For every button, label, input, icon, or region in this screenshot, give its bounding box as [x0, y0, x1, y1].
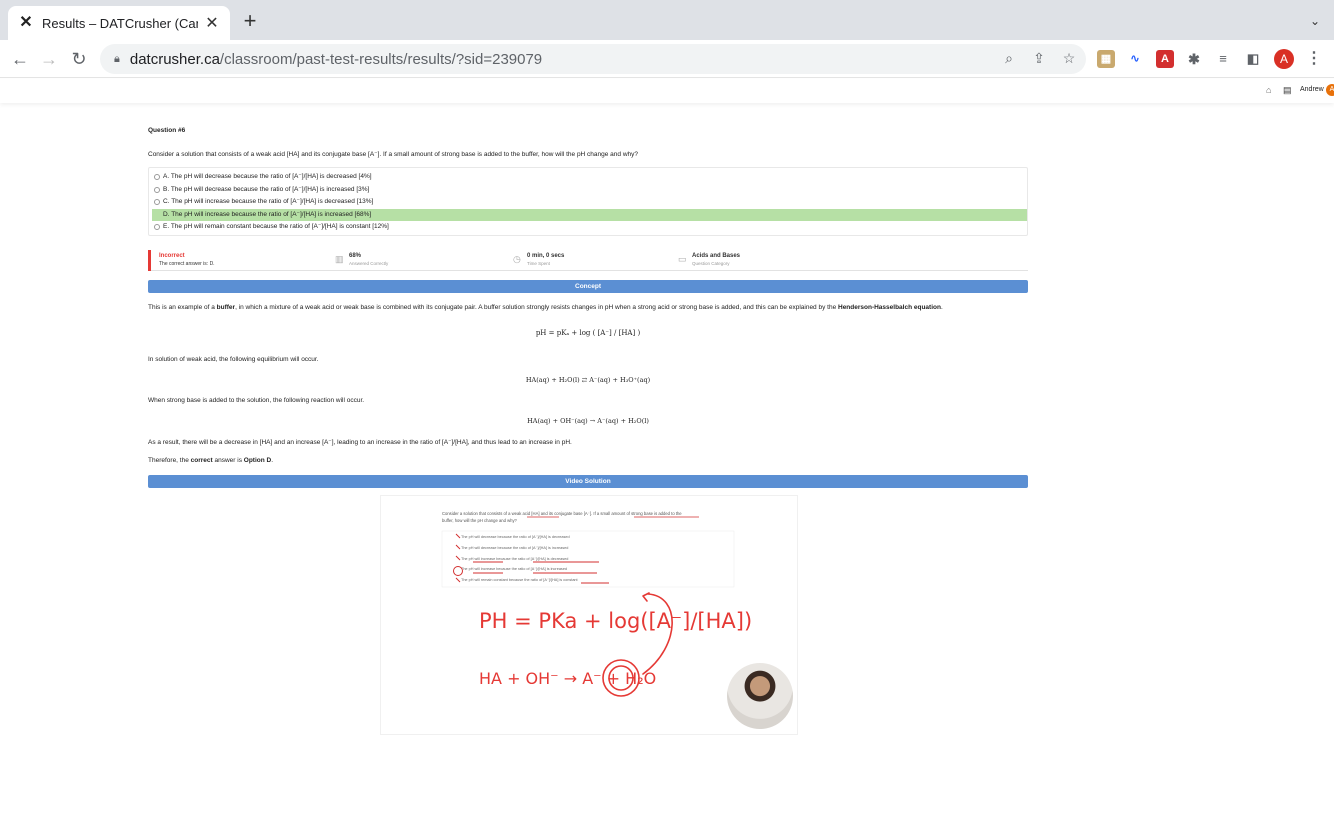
time-value: 0 min, 0 secs — [527, 253, 565, 259]
intro-text-3: . — [940, 304, 943, 311]
conclusion-bold-2: Option D — [243, 457, 272, 464]
side-panel-icon[interactable]: ◧ — [1244, 50, 1262, 68]
video-choice-c: The pH will increase because the ratio o… — [461, 557, 568, 561]
home-icon[interactable]: ⌂ — [1266, 85, 1271, 95]
tab-search-chevron-icon[interactable]: ⌄ — [1310, 14, 1320, 28]
video-handwritten-hh: PH = PKa + log([A⁻]/[HA]) — [479, 609, 752, 633]
clock-icon: ◷ — [513, 254, 521, 264]
tab-title: Results – DATCrusher (Canadia — [42, 15, 198, 31]
choice-a[interactable]: A. The pH will decrease because the rati… — [152, 171, 1027, 183]
radio-icon — [154, 186, 160, 193]
new-tab-button[interactable]: + — [240, 10, 260, 32]
choice-c[interactable]: C. The pH will increase because the rati… — [152, 196, 1027, 208]
question-text: Consider a solution that consists of a w… — [148, 151, 639, 158]
henderson-hasselbalch-equation: pH = pKₐ + log ( [A⁻] / [HA] ) — [535, 329, 641, 337]
correct-answer-label: The correct answer is: D. — [159, 261, 215, 267]
pdf-extension-icon[interactable]: A — [1156, 50, 1174, 68]
video-question-line-2: buffer, how will the pH change and why? — [442, 518, 518, 523]
datcrusher-favicon-icon: ✕ — [19, 14, 33, 31]
radio-icon — [154, 224, 160, 230]
conclusion-text-3: . — [271, 457, 274, 464]
choice-label: A. The pH will decrease because the rati… — [163, 173, 372, 180]
choice-b[interactable]: B. The pH will decrease because the rati… — [152, 184, 1027, 196]
category-stat: ▭ Acids and Bases Question Category — [678, 253, 741, 266]
back-button[interactable]: ← — [9, 48, 31, 70]
result-stat: Incorrect The correct answer is: D. — [159, 253, 215, 267]
zoom-icon[interactable]: ⌕ — [1000, 49, 1018, 67]
radio-icon — [154, 174, 160, 180]
category-value: Acids and Bases — [692, 253, 741, 259]
user-name[interactable]: Andrew — [1300, 86, 1324, 93]
video-choice-a: The pH will decrease because the ratio o… — [461, 535, 570, 539]
video-handwritten-reaction: HA + OH⁻ → A⁻ + H₂O — [479, 669, 656, 688]
browser-menu-icon[interactable]: ⋮ — [1306, 48, 1322, 68]
bar-chart-icon: ▥ — [335, 254, 344, 264]
category-label: Question Category — [692, 261, 730, 266]
video-solution-player[interactable]: Consider a solution that consists of a w… — [380, 495, 798, 735]
choice-e[interactable]: E. The pH will remain constant because t… — [152, 221, 1027, 233]
share-icon[interactable]: ⇪ — [1030, 49, 1048, 67]
active-tab[interactable]: ✕ Results – DATCrusher (Canadia ✕ — [8, 6, 230, 40]
calendar-icon: ▭ — [678, 254, 687, 264]
reload-button[interactable]: ↻ — [68, 48, 90, 70]
site-header: ⌂ ▤ Andrew A — [0, 79, 1334, 103]
concept-header[interactable]: Concept — [148, 280, 1028, 293]
url-domain: datcrusher.ca — [129, 50, 220, 68]
video-solution-header[interactable]: Video Solution — [148, 475, 1028, 488]
calculator-extension-icon[interactable]: ▦ — [1097, 50, 1115, 68]
result-label: Incorrect — [159, 253, 185, 259]
document-icon[interactable]: ▤ — [1283, 85, 1292, 96]
url-path: /classroom/past-test-results/results/?si… — [219, 50, 543, 68]
choice-label: D. The pH will increase because the rati… — [163, 210, 372, 218]
percent-value: 68% — [349, 253, 362, 259]
bookmark-star-icon[interactable]: ☆ — [1060, 49, 1078, 67]
intro-text-1: This is an example of a — [148, 304, 217, 311]
address-bar[interactable]: 🔒︎ datcrusher.ca /classroom/past-test-re… — [100, 44, 1086, 74]
video-choice-e: The pH will remain constant because the … — [461, 578, 579, 582]
equilibrium-equation: HA(aq) + H₂O(l) ⇄ A⁻(aq) + H₃O⁺(aq) — [525, 376, 651, 384]
reaction-paragraph: When strong base is added to the solutio… — [148, 397, 365, 404]
conclusion-paragraph: Therefore, the correct answer is Option … — [148, 457, 273, 465]
time-label: Time Spent — [527, 261, 550, 266]
forward-button[interactable]: → — [38, 48, 60, 70]
profile-avatar[interactable]: A — [1274, 49, 1294, 69]
answer-choices: A. The pH will decrease because the rati… — [148, 167, 1028, 236]
radio-icon — [154, 212, 160, 218]
choice-label: B. The pH will decrease because the rati… — [163, 185, 370, 193]
browser-toolbar: ← → ↻ 🔒︎ datcrusher.ca /classroom/past-t… — [0, 40, 1334, 78]
reading-list-icon[interactable]: ≡ — [1214, 50, 1232, 68]
video-question-line-1: Consider a solution that consists of a w… — [442, 511, 682, 516]
choice-label: C. The pH will increase because the rati… — [163, 198, 374, 205]
stats-row: Incorrect The correct answer is: D. ▥ 68… — [148, 250, 1028, 271]
percent-stat: ▥ 68% Answered Correctly — [335, 253, 389, 266]
radio-icon — [154, 199, 160, 205]
lock-icon: 🔒︎ — [114, 52, 120, 65]
waveform-extension-icon[interactable]: ∿ — [1126, 50, 1144, 68]
choice-label: E. The pH will remain constant because t… — [163, 223, 389, 230]
presenter-avatar — [727, 663, 793, 729]
conclusion-text-1: Therefore, the — [148, 457, 191, 464]
result-paragraph: As a result, there will be a decrease in… — [148, 439, 572, 446]
user-avatar[interactable]: A — [1326, 84, 1334, 96]
extensions-puzzle-icon[interactable]: ✱ — [1185, 50, 1203, 68]
conclusion-bold-1: correct — [190, 457, 213, 464]
close-tab-icon[interactable]: ✕ — [204, 13, 220, 33]
conclusion-text-2: answer is — [212, 457, 244, 464]
choice-d[interactable]: D. The pH will increase because the rati… — [152, 208, 1027, 221]
question-number: Question #6 — [148, 127, 186, 134]
intro-bold-2: Henderson-Hasselbalch equation — [838, 304, 941, 311]
reaction-equation: HA(aq) + OH⁻(aq) → A⁻(aq) + H₂O(l) — [527, 417, 649, 425]
intro-bold-1: buffer — [216, 304, 236, 311]
video-choice-d: The pH will increase because the ratio o… — [461, 567, 567, 571]
tab-strip: ✕ Results – DATCrusher (Canadia ✕ + ⌄ — [0, 0, 1334, 40]
intro-text-2: , in which a mixture of a weak acid or w… — [235, 304, 838, 311]
video-choice-b: The pH will decrease because the ratio o… — [461, 546, 568, 550]
incorrect-indicator — [148, 250, 151, 271]
percent-label: Answered Correctly — [349, 261, 389, 266]
concept-intro: This is an example of a buffer, in which… — [148, 304, 943, 312]
time-stat: ◷ 0 min, 0 secs Time Spent — [513, 253, 565, 266]
equilibrium-paragraph: In solution of weak acid, the following … — [148, 356, 319, 363]
